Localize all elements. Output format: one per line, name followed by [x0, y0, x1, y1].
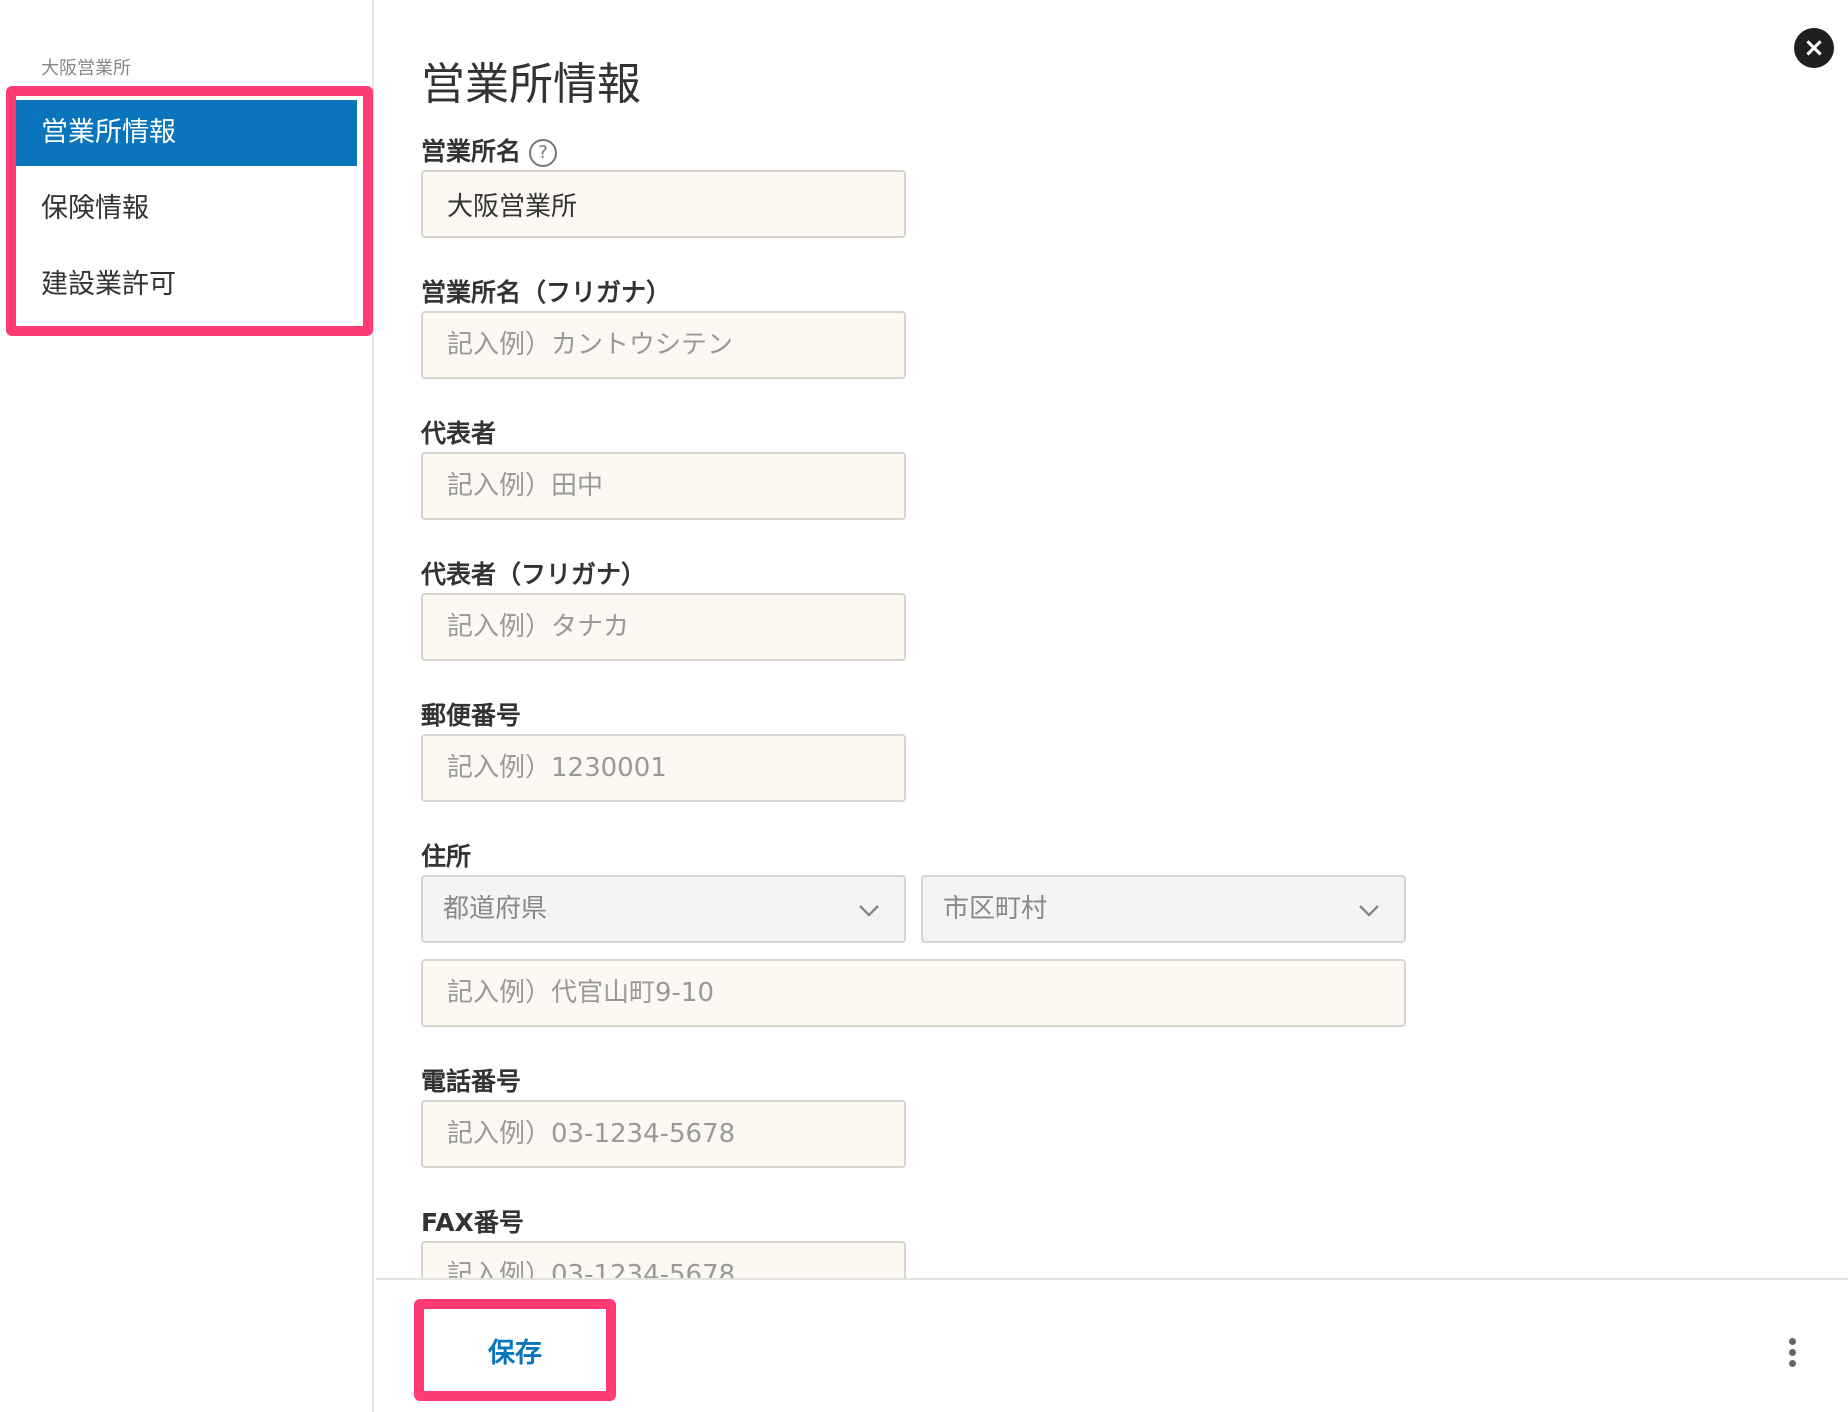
- chevron-down-icon: [1359, 905, 1379, 917]
- fax-label: FAX番号: [421, 1208, 524, 1237]
- address-label: 住所: [421, 842, 472, 871]
- more-dot: [1788, 1338, 1796, 1345]
- help-icon[interactable]: ?: [529, 139, 558, 167]
- city-select-value: 市区町村: [943, 894, 1048, 924]
- main-panel: 営業所情報 × 営業所名? 営業所名（フリガナ） 代表者 代表者（フリガナ） 郵…: [376, 0, 1848, 1278]
- sidebar-item-construction-permit[interactable]: 建設業許可: [16, 252, 357, 318]
- more-options-icon[interactable]: [1782, 1338, 1802, 1372]
- office-name-label: 営業所名?: [421, 132, 558, 168]
- page-title: 営業所情報: [421, 59, 641, 110]
- fax-input[interactable]: [421, 1241, 906, 1278]
- save-button[interactable]: 保存: [424, 1309, 606, 1391]
- office-name-label-text: 営業所名: [421, 137, 522, 166]
- phone-input[interactable]: [421, 1100, 906, 1168]
- office-kana-input[interactable]: [421, 311, 906, 379]
- phone-label: 電話番号: [421, 1067, 522, 1096]
- more-dot: [1788, 1349, 1796, 1356]
- postal-code-label: 郵便番号: [421, 701, 522, 730]
- representative-kana-label: 代表者（フリガナ）: [421, 560, 647, 589]
- office-name-input[interactable]: [421, 170, 906, 238]
- prefecture-select-value: 都道府県: [443, 894, 548, 924]
- postal-code-input[interactable]: [421, 734, 906, 802]
- more-dot: [1788, 1360, 1796, 1367]
- footer-bar: 保存: [376, 1278, 1848, 1412]
- chevron-down-icon: [859, 905, 879, 917]
- sidebar-nav: 営業所情報 保険情報 建設業許可: [16, 100, 357, 328]
- representative-input[interactable]: [421, 452, 906, 520]
- office-kana-label: 営業所名（フリガナ）: [421, 278, 672, 307]
- sidebar-item-insurance-info[interactable]: 保険情報: [16, 176, 357, 242]
- representative-label: 代表者: [421, 419, 497, 448]
- sidebar-item-office-info[interactable]: 営業所情報: [16, 100, 357, 166]
- street-address-input[interactable]: [421, 959, 1406, 1027]
- sidebar: 大阪営業所 営業所情報 保険情報 建設業許可: [0, 0, 374, 1412]
- city-select[interactable]: 市区町村: [921, 875, 1406, 943]
- representative-kana-input[interactable]: [421, 593, 906, 661]
- close-icon[interactable]: ×: [1794, 28, 1834, 68]
- sidebar-caption: 大阪営業所: [41, 58, 131, 79]
- prefecture-select[interactable]: 都道府県: [421, 875, 906, 943]
